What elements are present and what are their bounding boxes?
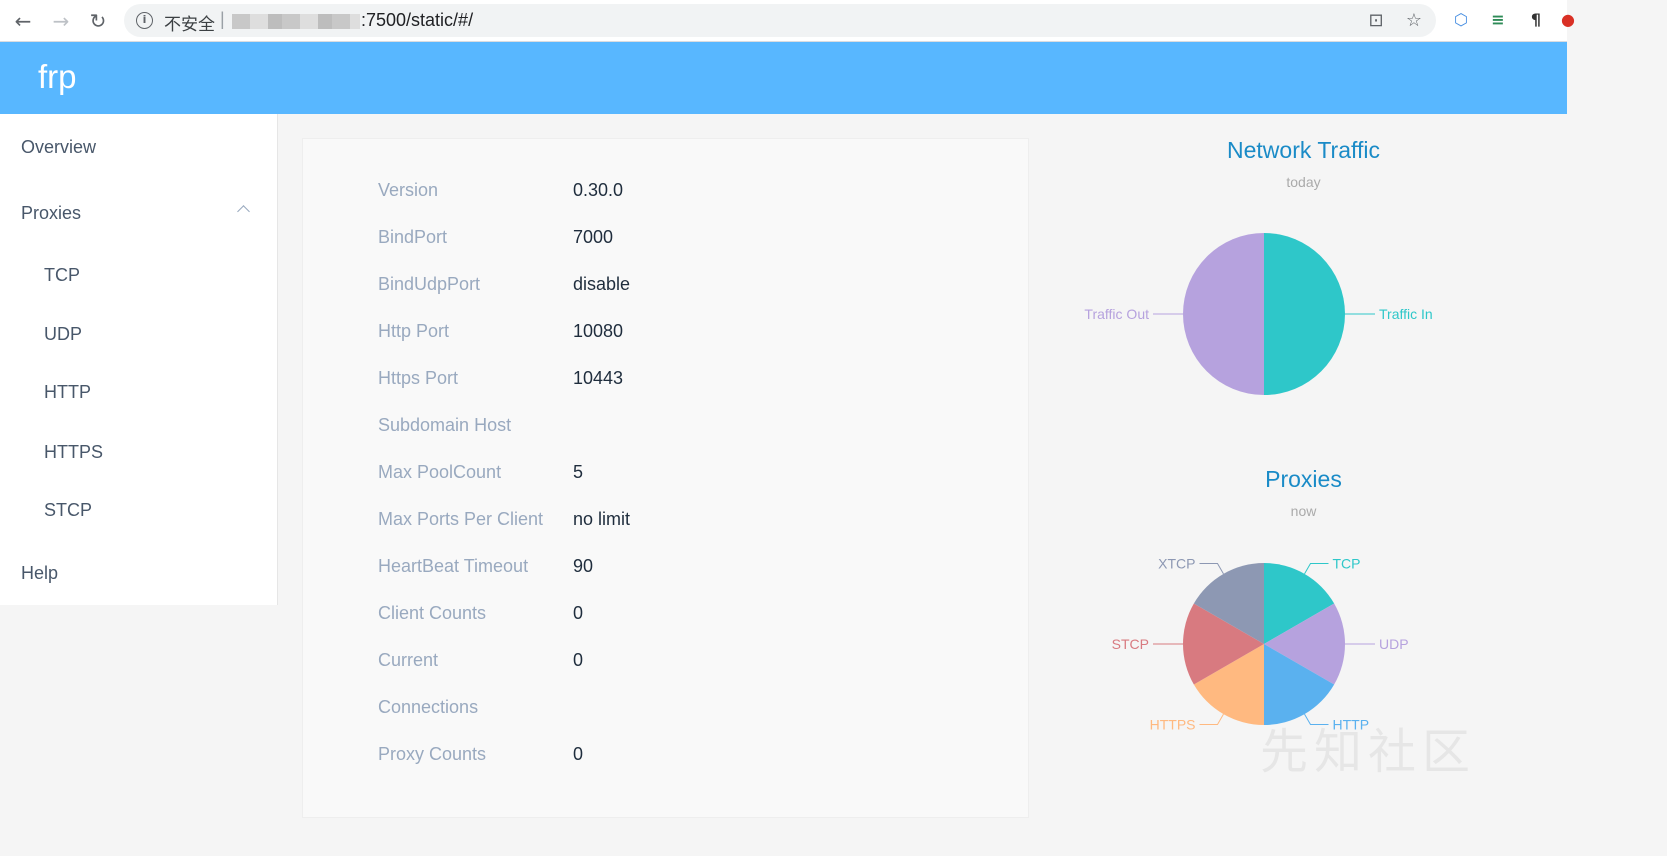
sidebar	[0, 114, 278, 605]
info-value: 7000	[573, 227, 614, 247]
sidebar-item-proxies[interactable]: Proxies	[21, 203, 81, 224]
watermark-text: 先知社区	[1260, 724, 1477, 780]
pie-slice-traffic-out[interactable]	[1183, 233, 1264, 395]
info-value: 0	[573, 603, 584, 623]
extension-stripes-icon[interactable]: ≡	[1488, 10, 1508, 30]
pie-slice-traffic-in[interactable]	[1264, 233, 1345, 395]
info-label: Connections	[378, 697, 479, 717]
charts-area: Network Traffic today Traffic In Traffic …	[1040, 118, 1567, 806]
info-label: Https Port	[378, 368, 459, 388]
info-label: Version	[378, 180, 439, 200]
bookmark-star-icon[interactable]: ☆	[1404, 11, 1424, 31]
info-value: 10443	[573, 368, 624, 388]
sidebar-item-http[interactable]: HTTP	[44, 382, 91, 403]
info-label: Max PoolCount	[378, 462, 502, 482]
pie-label-stcp: STCP	[1112, 636, 1149, 652]
info-value: no limit	[573, 509, 631, 529]
pie-label-udp: UDP	[1379, 636, 1409, 652]
security-label: 不安全	[164, 15, 215, 35]
info-value: disable	[573, 274, 631, 294]
sidebar-item-help[interactable]: Help	[21, 563, 58, 584]
info-value: 0	[573, 650, 584, 670]
reload-icon[interactable]: ↻	[86, 9, 110, 33]
info-label: BindUdpPort	[378, 274, 481, 294]
address-bar[interactable]: i 不安全 | :7500/static/#/ ⊡ ☆	[124, 4, 1436, 37]
sidebar-item-https[interactable]: HTTPS	[44, 442, 103, 463]
info-value: 0	[573, 744, 584, 764]
info-label: Proxy Counts	[378, 744, 487, 764]
translate-icon[interactable]: ⊡	[1366, 11, 1386, 31]
brand-logo[interactable]: frp	[38, 58, 77, 96]
proxies-chart-title: Proxies	[1265, 466, 1342, 492]
info-icon[interactable]: i	[136, 12, 153, 29]
sidebar-item-tcp[interactable]: TCP	[44, 265, 80, 286]
proxies-chart-subtitle: now	[1290, 503, 1317, 519]
extension-hexagon-icon[interactable]: ⬡	[1451, 10, 1471, 30]
app-header: frp	[0, 42, 1567, 114]
pie-label-line-tcp	[1304, 562, 1329, 575]
sidebar-item-stcp[interactable]: STCP	[44, 500, 92, 521]
forward-arrow-icon[interactable]: →	[49, 9, 73, 33]
info-value: 10080	[573, 321, 624, 341]
redacted-host	[232, 14, 360, 29]
pie-label-traffic-out: Traffic Out	[1084, 306, 1149, 322]
sidebar-item-udp[interactable]: UDP	[44, 324, 82, 345]
extension-pilcrow-icon[interactable]: ¶	[1526, 10, 1546, 30]
pie-label-line-xtcp	[1199, 562, 1224, 575]
info-label: Client Counts	[378, 603, 487, 623]
info-label: Max Ports Per Client	[378, 509, 544, 529]
pie-label-tcp: TCP	[1333, 555, 1361, 571]
watermark: 先知社区	[1260, 712, 1476, 782]
back-arrow-icon[interactable]: ←	[11, 9, 35, 33]
info-label: HeartBeat Timeout	[378, 556, 529, 576]
separator: |	[220, 9, 225, 29]
info-label: Http Port	[378, 321, 450, 341]
pie-label-traffic-in: Traffic In	[1379, 306, 1433, 322]
info-value: 90	[573, 556, 594, 576]
info-value: 0.30.0	[573, 180, 624, 200]
pie-label-xtcp: XTCP	[1158, 555, 1195, 571]
network-traffic-pie[interactable]: Traffic In Traffic Out	[1040, 218, 1567, 418]
pie-label-https: HTTPS	[1150, 717, 1196, 733]
pie-label-line-https	[1199, 713, 1224, 726]
traffic-chart-subtitle: today	[1286, 174, 1321, 190]
info-label: Current	[378, 650, 439, 670]
browser-toolbar: ← → ↻ i 不安全 | :7500/static/#/ ⊡ ☆ ⬡ ≡ ¶ …	[0, 0, 1575, 42]
info-label: BindPort	[378, 227, 448, 247]
traffic-chart-title: Network Traffic	[1227, 137, 1380, 163]
url-text: :7500/static/#/	[361, 10, 474, 30]
extension-profile-icon[interactable]: ●	[1558, 10, 1578, 30]
sidebar-item-overview[interactable]: Overview	[21, 137, 96, 158]
info-value: 5	[573, 462, 584, 482]
info-label: Subdomain Host	[378, 415, 512, 435]
